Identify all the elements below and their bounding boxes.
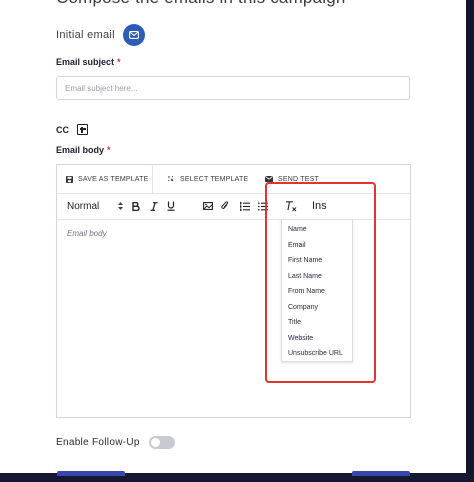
email-subject-label: Email subject * (56, 57, 121, 67)
bold-button[interactable] (132, 193, 140, 219)
follow-up-label: Enable Follow-Up (56, 437, 140, 448)
insert-item-name[interactable]: Name (288, 226, 307, 233)
add-cc-icon[interactable] (77, 124, 88, 135)
insert-item-first-name[interactable]: First Name (288, 257, 322, 264)
insert-item-email[interactable]: Email (288, 242, 306, 249)
email-body-label: Email body * (56, 145, 111, 155)
save-icon (66, 175, 73, 183)
underline-button[interactable] (167, 193, 175, 219)
insert-item-website[interactable]: Website (288, 335, 313, 342)
ordered-list-icon (240, 201, 250, 211)
email-subject-input[interactable] (56, 76, 410, 100)
bullet-list-button[interactable] (258, 193, 268, 219)
cc-row: CC (56, 124, 88, 135)
follow-up-row: Enable Follow-Up (56, 436, 175, 449)
insert-item-last-name[interactable]: Last Name (288, 273, 322, 280)
sort-arrows-icon (118, 202, 123, 210)
initial-email-label: Initial email (56, 29, 115, 41)
required-mark: * (107, 145, 111, 155)
ordered-list-button[interactable] (240, 193, 250, 219)
underline-icon (167, 201, 175, 211)
email-body-input[interactable]: Email body (67, 229, 107, 238)
insert-item-company[interactable]: Company (288, 304, 318, 311)
page-title: Compose the emails in this campaign (56, 0, 346, 8)
clear-format-icon (286, 200, 297, 211)
save-as-template-label: SAVE AS TEMPLATE (78, 175, 149, 183)
save-as-template-button[interactable]: SAVE AS TEMPLATE (57, 165, 153, 193)
italic-button[interactable] (150, 193, 158, 219)
send-test-button[interactable]: SEND TEST (265, 165, 319, 193)
editor-format-toolbar: Normal Ins (57, 193, 410, 220)
follow-up-toggle[interactable] (148, 436, 175, 449)
bottom-right-button[interactable] (352, 471, 410, 476)
format-select-value: Normal (67, 200, 100, 212)
insert-item-from-name[interactable]: From Name (288, 288, 325, 295)
bottom-left-button[interactable] (57, 471, 125, 476)
bullet-list-icon (258, 201, 268, 211)
clear-format-button[interactable] (285, 193, 297, 219)
format-select[interactable]: Normal (67, 193, 123, 219)
initial-email-button[interactable] (122, 24, 145, 46)
insert-image-button[interactable] (203, 193, 213, 219)
email-body-label-text: Email body (56, 145, 105, 155)
insert-variable-menu: Name Email First Name Last Name From Nam… (281, 219, 353, 362)
insert-item-title[interactable]: Title (288, 319, 301, 326)
required-mark: * (117, 57, 121, 67)
bold-icon (132, 201, 140, 211)
select-template-label: SELECT TEMPLATE (180, 175, 249, 183)
editor-action-bar: SAVE AS TEMPLATE SELECT TEMPLATE SEND TE… (57, 165, 410, 194)
image-icon (203, 202, 213, 210)
insert-variable-dropdown[interactable]: Ins (312, 193, 327, 219)
email-body-editor: SAVE AS TEMPLATE SELECT TEMPLATE SEND TE… (56, 164, 411, 418)
envelope-icon (128, 31, 139, 39)
select-template-button[interactable]: SELECT TEMPLATE (167, 165, 248, 193)
email-subject-label-text: Email subject (56, 57, 115, 67)
initial-email-row: Initial email (56, 24, 145, 46)
attachment-icon (221, 201, 229, 209)
cc-label: CC (56, 124, 69, 135)
window-edge (466, 0, 474, 482)
send-test-label: SEND TEST (278, 175, 319, 183)
attach-file-button[interactable] (221, 193, 229, 219)
toggle-knob (150, 438, 160, 447)
sparkle-icon (168, 176, 174, 182)
envelope-icon (265, 176, 273, 182)
insert-variable-label: Ins (312, 200, 327, 212)
italic-icon (150, 201, 158, 211)
insert-item-unsubscribe-url[interactable]: Unsubscribe URL (288, 350, 343, 357)
